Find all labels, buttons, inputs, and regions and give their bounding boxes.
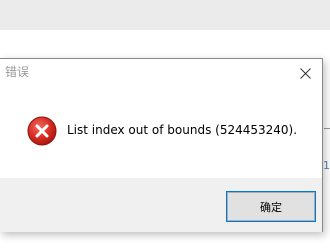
- close-button[interactable]: [294, 63, 316, 83]
- background-header: [0, 0, 330, 30]
- dialog-titlebar[interactable]: 错误: [0, 59, 322, 87]
- ok-button[interactable]: 确定: [226, 191, 316, 222]
- error-message: List index out of bounds (524453240).: [67, 123, 298, 137]
- close-icon: [299, 67, 311, 79]
- dialog-content: List index out of bounds (524453240).: [0, 87, 322, 178]
- dialog-footer: 确定: [0, 178, 322, 232]
- error-icon: [27, 116, 57, 146]
- background-divider: [324, 128, 330, 129]
- dialog-title: 错误: [5, 65, 30, 79]
- error-dialog: 错误 List index out of bounds (524453240).…: [0, 58, 323, 232]
- background-partial-text: 1: [323, 159, 330, 172]
